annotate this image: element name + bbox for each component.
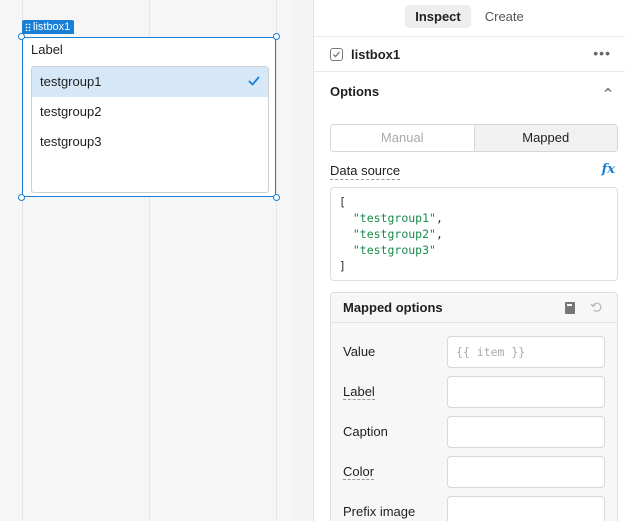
selection-badge[interactable]: listbox1 <box>22 20 75 34</box>
color-row: Color <box>343 456 605 488</box>
prefix-image-label: Prefix image <box>343 504 416 519</box>
resize-handle-top-left[interactable] <box>18 33 25 40</box>
listbox[interactable]: testgroup1 testgroup2 testgroup3 <box>31 66 269 193</box>
section-title: Options <box>330 83 380 99</box>
tab-create[interactable]: Create <box>475 5 534 28</box>
listbox-option-label: testgroup1 <box>40 74 102 89</box>
prefix-image-input[interactable] <box>447 496 605 521</box>
resize-handle-top-right[interactable] <box>273 33 280 40</box>
value-input[interactable]: {{ item }} <box>447 336 605 368</box>
label-row: Label <box>343 376 605 408</box>
data-source-label: Data source <box>330 163 401 180</box>
caption-row: Caption <box>343 416 605 448</box>
code-line: "testgroup3" <box>352 243 436 257</box>
listbox-label: Label <box>31 42 63 57</box>
listbox-option-label: testgroup3 <box>40 134 102 149</box>
listbox-option-label: testgroup2 <box>40 104 102 119</box>
resize-handle-bottom-left[interactable] <box>18 194 25 201</box>
color-label: Color <box>343 464 375 480</box>
resize-handle-bottom-right[interactable] <box>273 194 280 201</box>
value-row: Value {{ item }} <box>343 336 605 368</box>
fx-icon[interactable]: fx <box>602 162 615 177</box>
mapped-options-group: Mapped options Value {{ item }} Label Ca… <box>330 292 618 521</box>
options-section-header[interactable]: Options <box>330 80 615 102</box>
inspector-panel: Inspect Create listbox1 ••• Options Manu… <box>314 0 625 521</box>
checkmark-icon <box>248 76 260 86</box>
code-line: "testgroup1", <box>352 211 443 225</box>
caption-label: Caption <box>343 424 388 439</box>
tab-inspect[interactable]: Inspect <box>405 4 471 28</box>
label-field-label: Label <box>343 384 375 400</box>
docs-book-icon[interactable] <box>565 302 575 314</box>
value-label: Value <box>343 344 376 359</box>
listbox-option[interactable]: testgroup1 <box>32 67 268 97</box>
prefix-image-row: Prefix image <box>343 496 605 521</box>
selection-badge-label: listbox1 <box>33 21 71 33</box>
code-line: [ <box>339 195 346 209</box>
color-input[interactable] <box>447 456 605 488</box>
mapped-mode-button[interactable]: Mapped <box>473 125 617 151</box>
mapped-options-title: Mapped options <box>343 300 443 315</box>
code-line: "testgroup2", <box>352 227 443 241</box>
data-source-editor[interactable]: [ "testgroup1", "testgroup2", "testgroup… <box>330 187 618 281</box>
panel-gutter <box>290 0 314 521</box>
reset-icon[interactable] <box>589 300 603 314</box>
listbox-widget[interactable]: Label testgroup1 testgroup2 testgroup3 <box>18 33 280 201</box>
mapped-options-header: Mapped options <box>331 293 617 323</box>
component-header: listbox1 ••• <box>314 36 625 72</box>
checkbox-component-icon <box>330 47 343 61</box>
manual-mode-button[interactable]: Manual <box>331 125 474 151</box>
editor-canvas[interactable]: listbox1 Label testgroup1 testgroup2 tes… <box>0 0 290 521</box>
drag-handle-icon[interactable] <box>25 23 31 31</box>
component-name[interactable]: listbox1 <box>351 47 400 62</box>
grid-line <box>276 0 277 521</box>
more-options-icon[interactable]: ••• <box>593 46 611 60</box>
code-line: ] <box>339 259 346 273</box>
listbox-option[interactable]: testgroup3 <box>32 127 268 157</box>
listbox-option[interactable]: testgroup2 <box>32 97 268 127</box>
panel-tabs: Inspect Create <box>314 0 625 30</box>
label-input[interactable] <box>447 376 605 408</box>
caption-input[interactable] <box>447 416 605 448</box>
chevron-up-icon[interactable] <box>603 85 613 95</box>
options-mode-toggle: Manual Mapped <box>330 124 618 152</box>
